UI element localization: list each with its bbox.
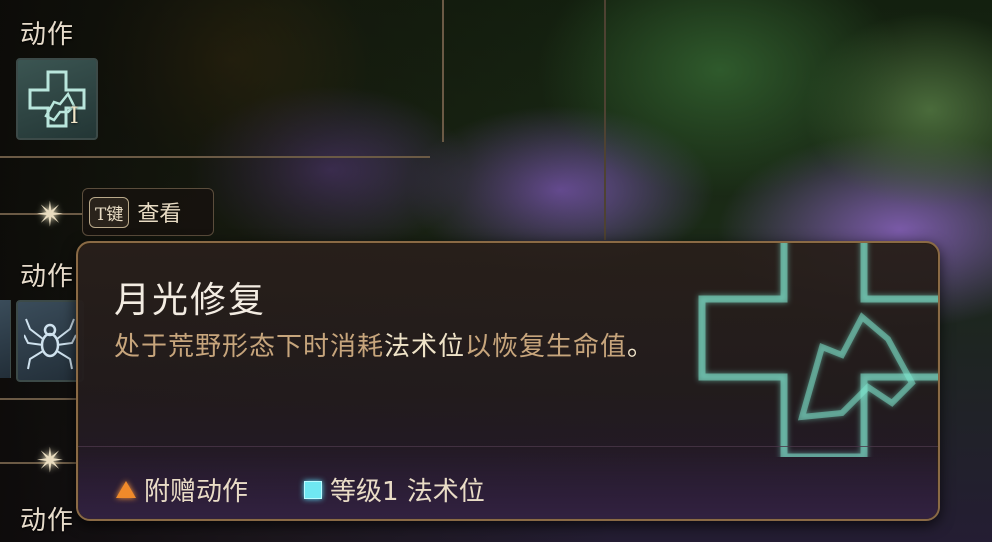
cost-bonus-action: 附赠动作 — [116, 471, 248, 508]
section-label-actions: 动作 — [20, 262, 75, 292]
spell-title: 月光修复 — [114, 280, 267, 321]
text-cursor-marker: I — [70, 104, 79, 129]
action-slot-partial[interactable] — [0, 300, 11, 378]
cost-spell-slot: 等级1 法术位 — [304, 471, 485, 508]
spell-tooltip: 月光修复 处于荒野形态下时消耗法术位以恢复生命值。 附赠动作 等级1 法术位 — [76, 241, 940, 521]
bonus-action-triangle-icon — [116, 481, 136, 498]
cost-label: 附赠动作 — [144, 477, 249, 507]
healing-cross-wolf-icon — [698, 243, 938, 457]
spell-description: 处于荒野形态下时消耗法术位以恢复生命值。 — [114, 327, 674, 367]
spell-slot-square-icon — [304, 480, 322, 499]
frame-divider — [0, 398, 76, 400]
action-slot-moonlight-repair[interactable] — [16, 58, 98, 140]
description-text: 处于荒野形态下时消耗 — [114, 332, 385, 362]
cost-label: 等级1 法术位 — [330, 477, 485, 507]
examine-label: 查看 — [137, 202, 182, 227]
frame-divider — [604, 0, 606, 240]
spell-slot-link[interactable]: 法术位 — [384, 332, 465, 362]
section-label-actions: 动作 — [20, 506, 75, 536]
action-slot-spider[interactable] — [16, 300, 84, 382]
section-label-actions: 动作 — [20, 20, 75, 50]
examine-prompt[interactable]: T键 查看 — [82, 188, 214, 236]
description-text: 以恢复生命值 — [465, 332, 628, 362]
sparkle-icon: ✴ — [36, 441, 65, 481]
healing-cross-wolf-icon — [28, 70, 86, 128]
frame-divider — [0, 156, 430, 158]
t-key-badge: T键 — [89, 196, 130, 228]
spider-icon — [24, 318, 76, 370]
description-end: 。 — [627, 332, 655, 362]
frame-divider — [442, 0, 444, 142]
sparkle-icon: ✴ — [36, 195, 65, 235]
